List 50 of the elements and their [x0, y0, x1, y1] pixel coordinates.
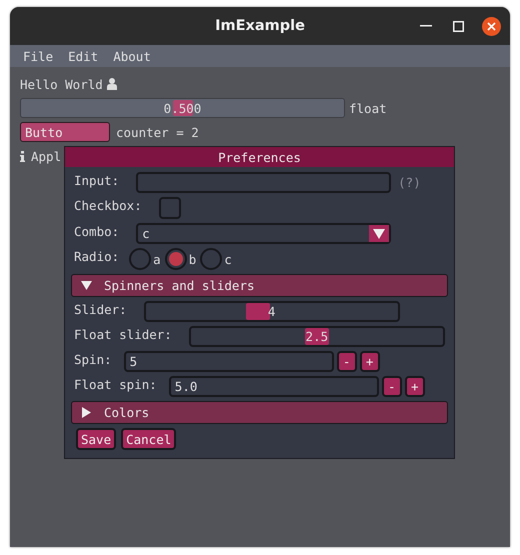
- input-field[interactable]: [136, 172, 392, 193]
- slider-label: float: [349, 100, 387, 116]
- collapsing-header[interactable]: Spinners and sliders: [71, 274, 448, 297]
- button[interactable]: Butto: [20, 122, 110, 142]
- increment-button[interactable]: +: [404, 376, 425, 397]
- menu-item[interactable]: About: [113, 48, 151, 64]
- info-text: Appl: [31, 148, 62, 164]
- minimize-icon[interactable]: [420, 25, 432, 27]
- dropdown-arrow-icon: [373, 228, 386, 238]
- spin-label: Spin:: [74, 351, 112, 367]
- increment-button[interactable]: +: [360, 351, 380, 372]
- decrement-button[interactable]: -: [382, 376, 402, 397]
- spin-label: Float spin:: [74, 376, 157, 392]
- radio-option-label: a: [153, 252, 161, 266]
- window-title: ImExample: [215, 18, 305, 34]
- menu-item[interactable]: Edit: [68, 48, 98, 64]
- decrement-button[interactable]: -: [336, 351, 357, 372]
- spin-field[interactable]: 5: [124, 351, 334, 372]
- radio-button[interactable]: [129, 248, 152, 270]
- combo-label: Combo:: [74, 223, 120, 239]
- spin-field[interactable]: 5.0: [168, 376, 379, 397]
- float-slider[interactable]: 0.500: [20, 98, 345, 118]
- maximize-icon[interactable]: [453, 20, 464, 32]
- input-label: Input:: [74, 172, 120, 188]
- radio-label: Radio:: [74, 248, 120, 264]
- slider-handle[interactable]: [246, 303, 270, 320]
- help-marker[interactable]: (?): [398, 172, 421, 190]
- slider-label: Float slider:: [74, 326, 172, 342]
- slider[interactable]: 2.5: [188, 326, 445, 347]
- dialog-button[interactable]: Cancel: [121, 428, 176, 450]
- slider-label: Slider:: [74, 301, 127, 317]
- dialog-title: Preferences: [218, 150, 301, 164]
- checkbox[interactable]: [158, 197, 181, 219]
- user-icon: [106, 78, 117, 90]
- down-triangle-icon: [81, 280, 92, 291]
- checkbox-label: Checkbox:: [74, 197, 142, 213]
- slider-handle[interactable]: [304, 328, 329, 345]
- close-icon[interactable]: [482, 16, 501, 36]
- right-triangle-icon: [81, 407, 92, 418]
- dialog-button[interactable]: Save: [76, 428, 116, 450]
- radio-button[interactable]: [200, 248, 222, 270]
- greeting-text: Hello World: [20, 76, 103, 92]
- radio-option-label: c: [224, 252, 232, 266]
- menu-item[interactable]: File: [23, 48, 54, 64]
- combo-box[interactable]: c: [136, 223, 392, 244]
- radio-option-label: b: [188, 252, 196, 266]
- counter-text: counter = 2: [116, 124, 199, 140]
- collapsing-header[interactable]: Colors: [71, 401, 448, 424]
- info-icon: [20, 150, 25, 162]
- radio-button[interactable]: [164, 248, 187, 270]
